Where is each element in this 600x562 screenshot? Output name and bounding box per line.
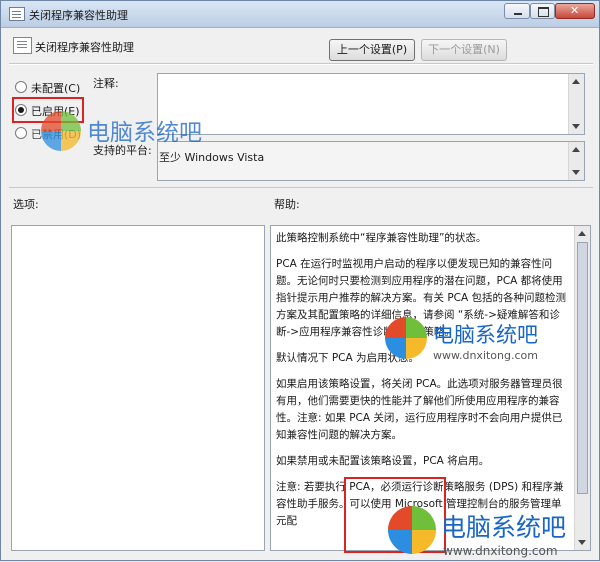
window-title: 关闭程序兼容性助理 <box>29 9 128 22</box>
header-divider <box>9 63 593 65</box>
previous-setting-button[interactable]: 上一个设置(P) <box>329 39 415 61</box>
watermark: 电脑系统吧 <box>41 111 261 161</box>
radio-label: 未配置(C) <box>31 82 81 95</box>
comment-label: 注释: <box>93 77 119 90</box>
section-divider <box>9 187 593 188</box>
close-button[interactable] <box>555 3 595 19</box>
scroll-down-icon[interactable] <box>572 124 580 129</box>
help-label: 帮助: <box>274 198 300 211</box>
radio-not-configured[interactable]: 未配置(C) <box>15 79 145 95</box>
maximize-button[interactable] <box>530 3 555 19</box>
watermark: 电脑系统吧 www.dnxitong.com <box>388 506 598 562</box>
setting-title: 关闭程序兼容性助理 <box>35 41 134 54</box>
scroll-up-icon[interactable] <box>572 79 580 84</box>
policy-setting-icon <box>13 37 32 54</box>
title-bar: 关闭程序兼容性助理 <box>1 1 599 28</box>
scroll-down-icon[interactable] <box>572 170 580 175</box>
windows-logo-icon <box>41 111 81 151</box>
minimize-button[interactable] <box>504 3 530 19</box>
windows-logo-icon <box>388 506 436 554</box>
watermark-url: www.dnxitong.com <box>433 349 538 362</box>
comment-scrollbar[interactable] <box>568 74 584 134</box>
support-scrollbar[interactable] <box>568 142 584 180</box>
watermark-text: 电脑系统吧 <box>441 513 567 542</box>
options-label: 选项: <box>13 198 39 211</box>
watermark: 电脑系统吧 www.dnxitong.com <box>385 317 595 367</box>
help-scrollbar[interactable] <box>574 226 590 550</box>
options-panel <box>11 225 265 551</box>
watermark-text: 电脑系统吧 <box>433 323 538 347</box>
radio-dot[interactable] <box>15 81 27 93</box>
help-paragraph: 如果启用该策略设置，将关闭 PCA。此选项对服务器管理员很有用，他们需要更快的性… <box>276 378 563 441</box>
next-setting-button[interactable]: 下一个设置(N) <box>421 39 507 61</box>
policy-window: 关闭程序兼容性助理 关闭程序兼容性助理 上一个设置(P) 下一个设置(N) 未配… <box>0 0 600 561</box>
help-paragraph: 如果禁用或未配置该策略设置，PCA 将启用。 <box>276 455 490 467</box>
help-paragraph: 此策略控制系统中“程序兼容性助理”的状态。 <box>276 232 487 244</box>
watermark-text: 电脑系统吧 <box>87 120 202 146</box>
watermark-url: www.dnxitong.com <box>443 544 558 558</box>
scroll-up-icon[interactable] <box>572 147 580 152</box>
scroll-up-icon[interactable] <box>578 231 586 236</box>
radio-dot[interactable] <box>15 127 27 139</box>
scroll-thumb[interactable] <box>577 242 588 494</box>
windows-logo-icon <box>385 317 427 359</box>
policy-icon <box>9 7 25 21</box>
